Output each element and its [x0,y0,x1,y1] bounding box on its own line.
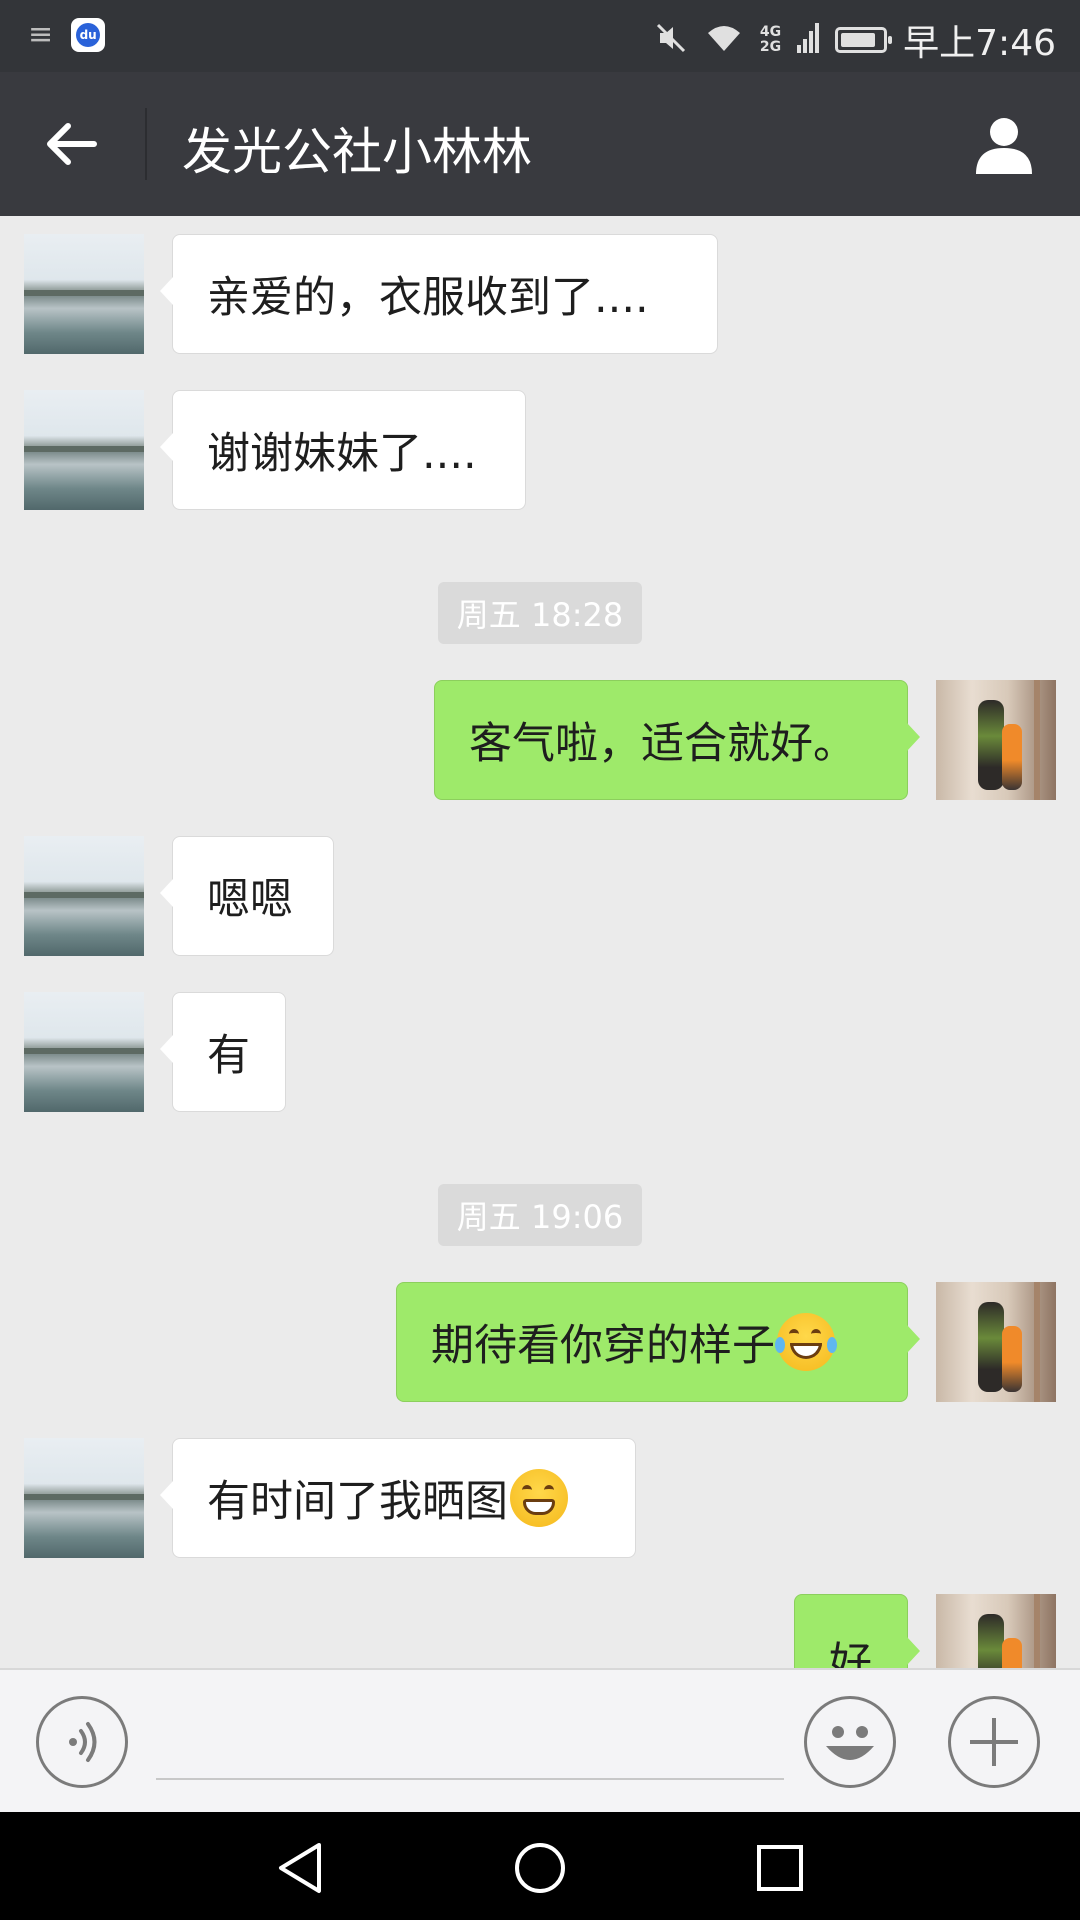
status-time: 早上7:46 [903,23,1056,64]
system-nav-bar [0,1812,1080,1920]
message-bubble-sent[interactable]: 期待看你穿的样子 [396,1282,920,1402]
message-input[interactable] [156,1710,784,1780]
header-divider [145,108,147,180]
back-triangle-icon [279,1843,321,1893]
my-avatar[interactable] [936,1282,1056,1402]
grinning-emoji [510,1469,568,1527]
battery-icon [835,27,893,53]
contact-avatar[interactable] [24,234,144,354]
voice-icon [69,1722,97,1762]
my-avatar[interactable] [936,1594,1056,1668]
mute-icon [654,21,688,59]
message-bubble-received[interactable]: 嗯嗯 [160,836,334,956]
more-button[interactable] [948,1696,1040,1788]
wifi-icon [704,21,744,59]
profile-button[interactable] [968,108,1040,180]
signal-icon [797,23,820,57]
contact-avatar[interactable] [24,390,144,510]
contact-avatar[interactable] [24,1438,144,1558]
emoji-button[interactable] [804,1696,896,1788]
chat-header: 发光公社小林林 [0,72,1080,216]
message-text: 谢谢妹妹了.... [207,429,477,479]
input-bar [0,1668,1080,1812]
recents-square-icon [757,1845,803,1891]
plus-icon [970,1718,1018,1766]
message-text: 有时间了我晒图 [207,1477,508,1527]
menu-icon: ≡ [28,17,54,52]
timestamp: 周五 18:28 [438,582,642,644]
timestamp: 周五 19:06 [438,1184,642,1246]
chat-title: 发光公社小林林 [182,123,532,181]
emoji-icon [826,1726,874,1760]
contact-avatar[interactable] [24,992,144,1112]
message-text: 客气啦，适合就好。 [469,719,856,769]
back-arrow-icon [47,123,97,165]
message-bubble-received[interactable]: 有时间了我晒图 [160,1438,636,1558]
nav-recents-button[interactable] [750,1838,810,1898]
message-bubble-received[interactable]: 有 [160,992,286,1112]
baidu-app-icon: du [71,18,106,52]
back-button[interactable] [36,108,108,180]
message-bubble-received[interactable]: 亲爱的，衣服收到了.... [160,234,718,354]
message-text: 期待看你穿的样子 [431,1321,775,1371]
status-bar: ≡ du 4G 2G 早上7:46 [0,0,1080,72]
message-text: 亲爱的，衣服收到了.... [207,273,649,323]
contact-avatar[interactable] [24,836,144,956]
network-type: 4G 2G [759,24,782,55]
message-bubble-sent[interactable]: 客气啦，适合就好。 [434,680,920,800]
message-text: 嗯嗯 [207,875,293,925]
message-bubble-sent[interactable]: 好 [794,1594,920,1668]
message-text: 好 [829,1639,872,1668]
my-avatar[interactable] [936,680,1056,800]
message-bubble-received[interactable]: 谢谢妹妹了.... [160,390,526,510]
voice-button[interactable] [36,1696,128,1788]
nav-back-button[interactable] [270,1838,330,1898]
home-circle-icon [515,1843,565,1893]
profile-icon [976,118,1032,174]
nav-home-button[interactable] [510,1838,570,1898]
tears-of-joy-emoji [775,1313,837,1371]
message-text: 有 [207,1031,250,1081]
chat-message-list[interactable]: 亲爱的，衣服收到了.... 谢谢妹妹了.... 周五 18:28 客气啦，适合就… [0,216,1080,1668]
